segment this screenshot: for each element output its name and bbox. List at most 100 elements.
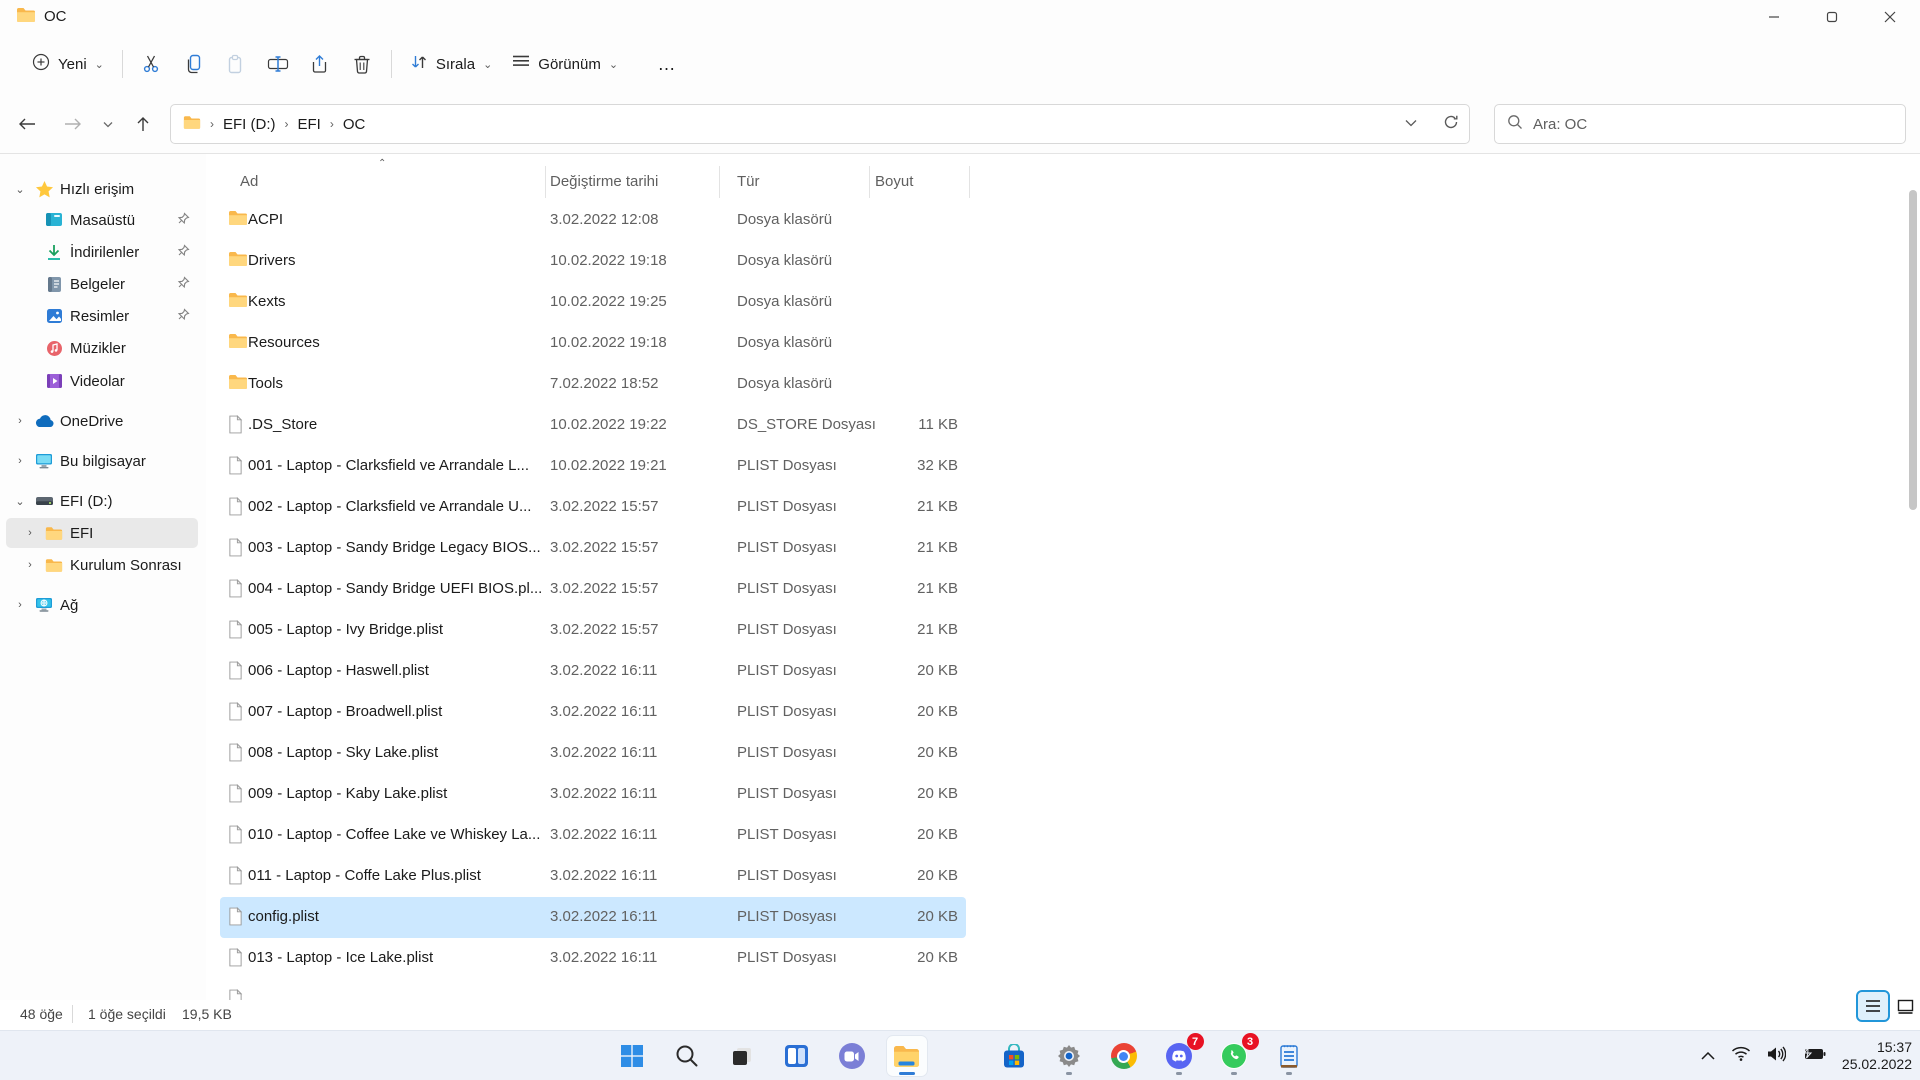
- taskbar-clock[interactable]: 15:37 25.02.2022: [1842, 1039, 1912, 1073]
- sidebar-item-onedrive[interactable]: › OneDrive: [6, 406, 198, 436]
- table-row[interactable]: Resources10.02.2022 19:18Dosya klasörü: [220, 323, 966, 364]
- table-row[interactable]: 002 - Laptop - Clarksfield ve Arrandale …: [220, 487, 966, 528]
- new-button[interactable]: Yeni ⌄: [22, 44, 114, 84]
- clock-time: 15:37: [1842, 1039, 1912, 1056]
- vertical-scrollbar[interactable]: [1908, 174, 1918, 984]
- file-icon: [228, 825, 243, 849]
- table-row[interactable]: 007 - Laptop - Broadwell.plist3.02.2022 …: [220, 692, 966, 733]
- file-icon: [228, 702, 243, 726]
- column-header-name[interactable]: Ad: [240, 173, 258, 190]
- table-row[interactable]: ACPI3.02.2022 12:08Dosya klasörü: [220, 200, 966, 241]
- details-view-button[interactable]: [1858, 992, 1888, 1020]
- cut-button[interactable]: [131, 44, 173, 84]
- paste-button[interactable]: [215, 44, 257, 84]
- settings-icon[interactable]: [1049, 1036, 1089, 1076]
- view-button[interactable]: Görünüm ⌄: [502, 44, 628, 84]
- table-row[interactable]: 008 - Laptop - Sky Lake.plist3.02.2022 1…: [220, 733, 966, 774]
- start-button[interactable]: [612, 1036, 652, 1076]
- table-row[interactable]: .DS_Store10.02.2022 19:22DS_STORE Dosyas…: [220, 405, 966, 446]
- rename-button[interactable]: [257, 44, 299, 84]
- more-options-button[interactable]: …: [646, 44, 688, 84]
- sidebar-item-videos[interactable]: Videolar: [6, 366, 198, 396]
- chevron-down-icon[interactable]: ⌄: [12, 183, 28, 196]
- column-header-date[interactable]: Değiştirme tarihi: [550, 173, 658, 190]
- scrollbar-thumb[interactable]: [1909, 190, 1917, 510]
- battery-charging-icon[interactable]: [1802, 1047, 1826, 1066]
- microsoft-store-icon[interactable]: [994, 1036, 1034, 1076]
- recent-locations-chevron[interactable]: [96, 108, 120, 140]
- table-row[interactable]: Kexts10.02.2022 19:25Dosya klasörü: [220, 282, 966, 323]
- table-row[interactable]: Drivers10.02.2022 19:18Dosya klasörü: [220, 241, 966, 282]
- sort-button[interactable]: Sırala ⌄: [400, 44, 502, 84]
- chevron-right-icon[interactable]: ›: [12, 455, 28, 467]
- column-divider[interactable]: [545, 166, 546, 198]
- table-row[interactable]: 003 - Laptop - Sandy Bridge Legacy BIOS.…: [220, 528, 966, 569]
- sidebar-item-efi-folder[interactable]: › EFI: [6, 518, 198, 548]
- breadcrumb-segment-drive[interactable]: EFI (D:): [223, 116, 276, 133]
- delete-button[interactable]: [341, 44, 383, 84]
- breadcrumb-segment-oc[interactable]: OC: [343, 116, 366, 133]
- breadcrumb-segment-efi[interactable]: EFI: [298, 116, 321, 133]
- up-button[interactable]: [126, 108, 160, 140]
- column-divider[interactable]: [969, 166, 970, 198]
- forward-button[interactable]: [56, 108, 90, 140]
- table-row[interactable]: 013 - Laptop - Ice Lake.plist3.02.2022 1…: [220, 938, 966, 979]
- whatsapp-icon[interactable]: 3: [1214, 1036, 1254, 1076]
- chevron-down-icon[interactable]: ⌄: [12, 495, 28, 508]
- back-button[interactable]: [10, 108, 44, 140]
- table-row[interactable]: Tools7.02.2022 18:52Dosya klasörü: [220, 364, 966, 405]
- search-input[interactable]: [1533, 116, 1863, 133]
- chevron-right-icon[interactable]: ›: [22, 527, 38, 539]
- copy-button[interactable]: [173, 44, 215, 84]
- sidebar-item-kurulum-sonrasi[interactable]: › Kurulum Sonrası: [6, 550, 198, 580]
- taskbar-search-icon[interactable]: [667, 1036, 707, 1076]
- close-button[interactable]: [1861, 0, 1919, 34]
- discord-icon[interactable]: 7: [1159, 1036, 1199, 1076]
- chevron-right-icon[interactable]: ›: [12, 599, 28, 611]
- table-row-partial[interactable]: [220, 979, 966, 1000]
- address-bar[interactable]: › EFI (D:) › EFI › OC: [170, 104, 1470, 144]
- file-icon: [228, 415, 243, 439]
- table-row[interactable]: 004 - Laptop - Sandy Bridge UEFI BIOS.pl…: [220, 569, 966, 610]
- sidebar-item-this-pc[interactable]: › Bu bilgisayar: [6, 446, 198, 476]
- notepad-icon[interactable]: [1269, 1036, 1309, 1076]
- sidebar-item-quick-access[interactable]: ⌄ Hızlı erişim: [6, 174, 198, 204]
- sidebar-item-desktop[interactable]: Masaüstü: [6, 205, 198, 235]
- wifi-icon[interactable]: [1731, 1046, 1751, 1066]
- column-header-type[interactable]: Tür: [737, 173, 760, 190]
- file-explorer-icon[interactable]: [887, 1036, 927, 1076]
- sidebar-item-network[interactable]: › Ağ: [6, 590, 198, 620]
- table-row[interactable]: 006 - Laptop - Haswell.plist3.02.2022 16…: [220, 651, 966, 692]
- address-dropdown-chevron[interactable]: [1405, 114, 1417, 134]
- file-icon: [228, 948, 243, 972]
- share-button[interactable]: [299, 44, 341, 84]
- minimize-button[interactable]: [1745, 0, 1803, 34]
- column-divider[interactable]: [719, 166, 720, 198]
- table-row[interactable]: 010 - Laptop - Coffee Lake ve Whiskey La…: [220, 815, 966, 856]
- table-row[interactable]: 011 - Laptop - Coffe Lake Plus.plist3.02…: [220, 856, 966, 897]
- taskbar: 7 3 15:37: [0, 1030, 1920, 1080]
- column-divider[interactable]: [869, 166, 870, 198]
- widgets-icon[interactable]: [777, 1036, 817, 1076]
- volume-icon[interactable]: [1767, 1046, 1786, 1067]
- table-row-selected[interactable]: config.plist3.02.2022 16:11PLIST Dosyası…: [220, 897, 966, 938]
- chevron-right-icon[interactable]: ›: [12, 415, 28, 427]
- table-row[interactable]: 005 - Laptop - Ivy Bridge.plist3.02.2022…: [220, 610, 966, 651]
- chrome-icon[interactable]: [1104, 1036, 1144, 1076]
- sidebar-item-downloads[interactable]: İndirilenler: [6, 237, 198, 267]
- sidebar-item-documents[interactable]: Belgeler: [6, 269, 198, 299]
- sidebar-item-music[interactable]: Müzikler: [6, 333, 198, 363]
- chat-icon[interactable]: [832, 1036, 872, 1076]
- icons-view-button[interactable]: [1890, 992, 1920, 1020]
- hidden-icons-chevron[interactable]: [1701, 1047, 1715, 1065]
- table-row[interactable]: 001 - Laptop - Clarksfield ve Arrandale …: [220, 446, 966, 487]
- sidebar-item-pictures[interactable]: Resimler: [6, 301, 198, 331]
- chevron-right-icon[interactable]: ›: [22, 559, 38, 571]
- sidebar-item-drive-efi-d[interactable]: ⌄ EFI (D:): [6, 486, 198, 516]
- column-header-size[interactable]: Boyut: [875, 173, 913, 190]
- maximize-button[interactable]: [1803, 0, 1861, 34]
- refresh-icon[interactable]: [1443, 114, 1459, 134]
- task-view-icon[interactable]: [722, 1036, 762, 1076]
- table-row[interactable]: 009 - Laptop - Kaby Lake.plist3.02.2022 …: [220, 774, 966, 815]
- search-box[interactable]: [1494, 104, 1906, 144]
